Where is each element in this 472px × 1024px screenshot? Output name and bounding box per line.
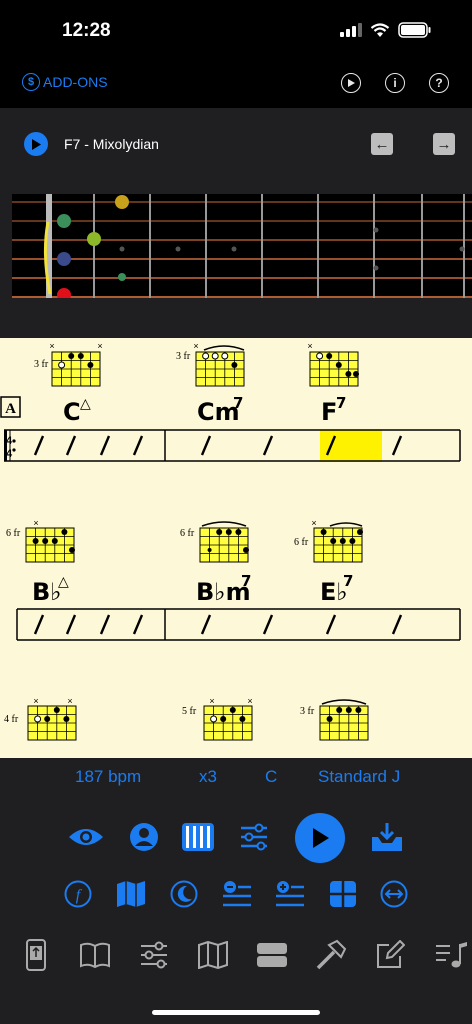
chord-diagram-row3-2: × × xyxy=(203,696,253,741)
svg-text:×: × xyxy=(247,696,252,706)
play-button[interactable] xyxy=(295,813,345,863)
fretboard[interactable] xyxy=(12,194,472,298)
grid-icon[interactable] xyxy=(328,879,358,909)
player-controls: 187 bpm x3 C Standard J f xyxy=(0,758,472,1024)
map-tab-icon[interactable] xyxy=(196,938,230,972)
piano-icon[interactable] xyxy=(181,821,215,853)
key-button[interactable]: C xyxy=(265,767,277,787)
scale-panel: F7 - Mixolydian ← → xyxy=(0,108,472,338)
svg-text:×: × xyxy=(33,696,38,706)
chord-diagram-row3-3 xyxy=(319,699,369,741)
dollar-icon: $ xyxy=(22,73,40,91)
moon-icon[interactable] xyxy=(169,879,199,909)
book-tab-icon[interactable] xyxy=(78,938,112,972)
status-bar: 12:28 xyxy=(0,0,472,60)
time-sig-top: 4 xyxy=(6,435,13,447)
fret-label: 4 fr xyxy=(4,714,19,725)
fret-label: 3 fr xyxy=(300,706,315,717)
svg-text:×: × xyxy=(311,518,316,528)
add-list-icon[interactable] xyxy=(274,879,306,909)
remove-list-icon[interactable] xyxy=(221,879,253,909)
chord-extension: △ xyxy=(80,396,91,412)
svg-text:×: × xyxy=(307,341,312,351)
swap-horizontal-icon[interactable] xyxy=(379,879,409,909)
measure-row-2 xyxy=(16,608,461,641)
tempo-button[interactable]: 187 bpm xyxy=(75,767,141,787)
svg-text:×: × xyxy=(49,341,54,351)
svg-text:×: × xyxy=(193,341,198,351)
repeat-button[interactable]: x3 xyxy=(199,767,217,787)
device-tab-icon[interactable] xyxy=(19,938,53,972)
scale-title: F7 - Mixolydian xyxy=(64,136,159,152)
scale-play-button[interactable] xyxy=(24,132,48,156)
chord-extension: 7 xyxy=(241,572,251,590)
play-circle-icon[interactable] xyxy=(341,73,361,93)
chord-extension: △ xyxy=(58,574,69,590)
chord-diagram-c-maj7: × × xyxy=(49,341,103,387)
style-button[interactable]: Standard J xyxy=(318,767,400,787)
person-icon[interactable] xyxy=(128,821,160,853)
svg-text:×: × xyxy=(97,341,102,351)
chord-diagram-bbm7 xyxy=(199,521,249,563)
layers-tab-icon[interactable] xyxy=(255,938,289,972)
current-beat-highlight xyxy=(320,430,382,462)
map-icon[interactable] xyxy=(116,879,146,909)
chord-extension: 7 xyxy=(343,572,353,590)
help-icon[interactable]: ? xyxy=(429,73,449,93)
sliders-tab-icon[interactable] xyxy=(137,938,171,972)
chord-diagram-cm7: × xyxy=(193,341,245,387)
svg-text:×: × xyxy=(33,518,38,528)
chord-extension: 7 xyxy=(336,394,346,412)
rehearsal-mark: A xyxy=(5,401,16,417)
status-time: 12:28 xyxy=(62,20,111,41)
chord-diagram-eb7: × xyxy=(311,518,363,563)
chord-diagram-row3-1: × × xyxy=(27,696,77,741)
edit-tab-icon[interactable] xyxy=(373,938,407,972)
fret-label: 3 fr xyxy=(176,351,191,362)
inbox-download-icon[interactable] xyxy=(369,820,405,854)
info-icon[interactable]: i xyxy=(385,73,405,93)
hammer-tab-icon[interactable] xyxy=(314,938,348,972)
play-icon xyxy=(32,138,41,150)
sheet-canvas: × × 3 fr × 3 fr × A C △ Cm 7 F 7 4 4 × 6… xyxy=(0,341,461,741)
svg-text:×: × xyxy=(209,696,214,706)
lead-sheet[interactable]: × × 3 fr × 3 fr × A C △ Cm 7 F 7 4 4 × 6… xyxy=(0,338,472,758)
mixer-icon[interactable] xyxy=(238,821,270,853)
function-icon[interactable]: f xyxy=(63,879,93,909)
fret-label: 3 fr xyxy=(34,359,49,370)
previous-scale-button[interactable]: ← xyxy=(371,133,393,155)
home-indicator xyxy=(152,1010,320,1015)
eye-icon[interactable] xyxy=(66,822,106,852)
svg-text:×: × xyxy=(67,696,72,706)
cellular-signal-icon xyxy=(340,23,362,37)
fret-label: 5 fr xyxy=(182,706,197,717)
add-ons-button[interactable]: $ ADD-ONS xyxy=(22,73,108,91)
play-icon xyxy=(313,828,329,848)
chord-extension: 7 xyxy=(233,394,243,412)
measure-row-1: 4 4 xyxy=(4,429,461,462)
status-icons xyxy=(340,22,432,38)
next-scale-button[interactable]: → xyxy=(433,133,455,155)
svg-text:f: f xyxy=(76,887,83,904)
chord-diagram-bb-maj7: × xyxy=(25,518,75,563)
add-ons-label: ADD-ONS xyxy=(43,74,108,90)
wifi-icon xyxy=(370,22,390,37)
top-bar: $ ADD-ONS i ? xyxy=(0,60,472,108)
time-sig-bottom: 4 xyxy=(6,448,13,460)
fret-label: 6 fr xyxy=(6,528,21,539)
chord-diagram-f7: × xyxy=(307,341,359,387)
fret-label: 6 fr xyxy=(294,537,309,548)
chord-name: F xyxy=(321,398,337,426)
fret-label: 6 fr xyxy=(180,528,195,539)
music-list-tab-icon[interactable] xyxy=(434,938,468,972)
chord-name: C xyxy=(63,398,81,426)
battery-icon xyxy=(398,22,431,38)
